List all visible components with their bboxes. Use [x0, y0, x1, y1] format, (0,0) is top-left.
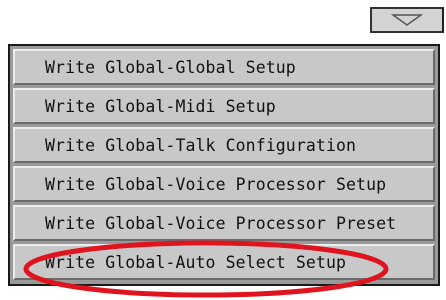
menu-item-midi-setup[interactable]: Write Global-Midi Setup: [13, 88, 435, 124]
menu-item-talk-configuration[interactable]: Write Global-Talk Configuration: [13, 127, 435, 163]
menu-item-voice-processor-setup[interactable]: Write Global-Voice Processor Setup: [13, 166, 435, 202]
menu-item-auto-select-setup[interactable]: Write Global-Auto Select Setup: [13, 244, 435, 280]
menu-item-voice-processor-preset[interactable]: Write Global-Voice Processor Preset: [13, 205, 435, 241]
dropdown-menu: Write Global-Global Setup Write Global-M…: [8, 44, 440, 286]
triangle-down-icon: [391, 14, 423, 26]
menu-item-global-setup[interactable]: Write Global-Global Setup: [13, 49, 435, 85]
menu-toggle-button[interactable]: [370, 7, 444, 33]
